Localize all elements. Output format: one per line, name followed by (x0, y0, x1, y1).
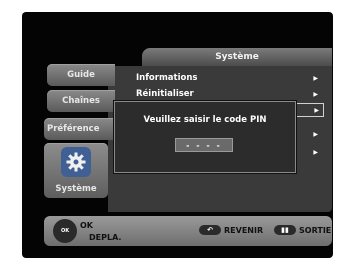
menu-item-label: Informations (136, 73, 198, 83)
pin-dialog-title: Veuillez saisir le code PIN (143, 115, 267, 125)
exit-hint: SORTIE (299, 226, 332, 235)
menu-item-label: Réinitialiser (136, 89, 194, 99)
tab-chaines[interactable]: Chaînes (47, 90, 115, 112)
chevron-right-icon: ▶ (313, 90, 318, 98)
chevron-right-icon: ▶ (314, 106, 319, 114)
menu-item-reinitialiser[interactable]: Réinitialiser ▶ (136, 87, 322, 101)
pin-input[interactable]: - - - - (175, 138, 233, 152)
exit-icon: ▮▮ (274, 225, 296, 235)
chevron-right-icon: ▶ (313, 130, 318, 138)
menu-item-informations[interactable]: Informations ▶ (136, 71, 322, 85)
chevron-right-icon: ▶ (313, 148, 318, 156)
back-icon: ↶ (199, 225, 221, 235)
back-hint: REVENIR (224, 226, 264, 235)
pin-dialog: Veuillez saisir le code PIN - - - - (114, 101, 296, 173)
dpad-icon: OK (53, 219, 77, 243)
tab-guide[interactable]: Guide (47, 64, 115, 86)
move-hint: DEPLA. (89, 233, 122, 242)
tab-preference[interactable]: Préférence (44, 118, 115, 140)
tab-label: Système (55, 184, 97, 194)
page-title: Système (142, 48, 332, 66)
ok-hint: OK (80, 221, 93, 230)
chevron-right-icon: ▶ (313, 74, 318, 82)
footer-bar: OK OK DEPLA. ↶ REVENIR ▮▮ SORTIE (44, 216, 332, 246)
gear-icon (61, 147, 91, 177)
tv-screen: Système Informations ▶ Réinitialiser ▶ ▶… (22, 12, 333, 258)
tab-systeme[interactable]: Système (44, 143, 108, 198)
